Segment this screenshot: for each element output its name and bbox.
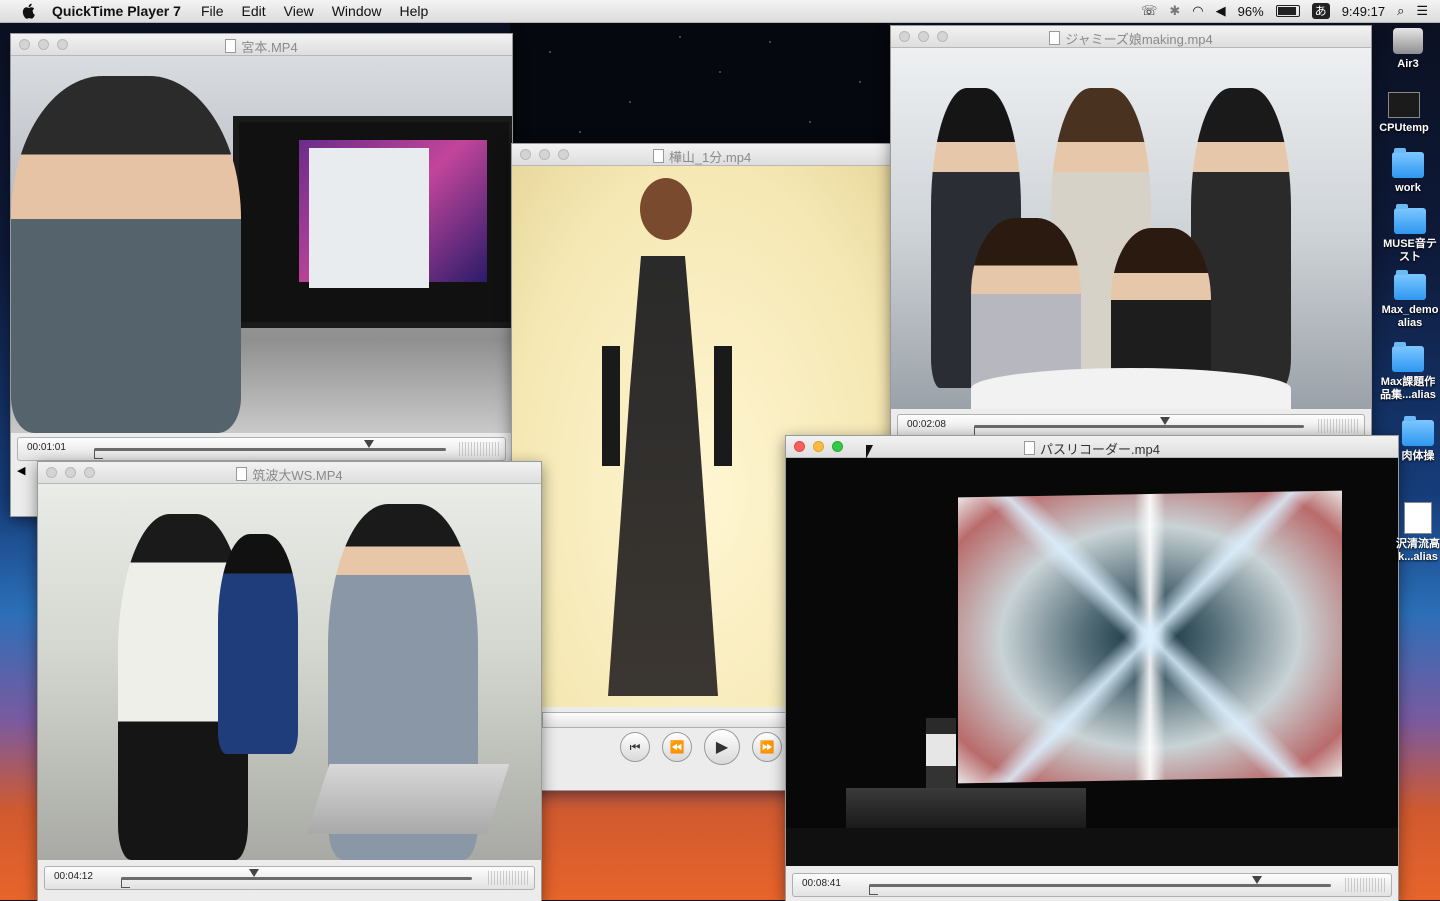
timeline-track[interactable] xyxy=(974,425,1304,428)
window-title: ジャミーズ娘making.mp4 xyxy=(1065,32,1213,47)
title-bar[interactable]: パスリコーダー.mp4 xyxy=(786,436,1398,458)
timeline-track[interactable] xyxy=(94,448,446,451)
menu-view[interactable]: View xyxy=(284,3,314,19)
spotlight-icon[interactable]: ⌕ xyxy=(1397,3,1404,19)
video-frame[interactable] xyxy=(11,56,512,433)
hard-drive-icon xyxy=(1393,28,1423,54)
document-alias-icon xyxy=(1404,502,1432,534)
resize-grip[interactable] xyxy=(1345,878,1385,892)
menu-bar: QuickTime Player 7 File Edit View Window… xyxy=(0,0,1440,23)
desktop-icon-alias-doc[interactable]: 沢清流高k...alias xyxy=(1386,502,1440,564)
mouse-pointer-icon xyxy=(866,445,873,459)
notification-center-icon[interactable]: ☰ xyxy=(1416,3,1428,19)
playback-controller[interactable]: 00:08:41 xyxy=(792,873,1392,897)
terminal-icon xyxy=(1388,92,1420,118)
projection-screen xyxy=(958,490,1342,784)
timeline-track[interactable] xyxy=(869,884,1331,887)
in-point-marker[interactable] xyxy=(121,879,130,888)
play-button[interactable]: ▶ xyxy=(704,729,740,765)
title-bar[interactable]: 筑波大WS.MP4 xyxy=(38,462,541,484)
playhead[interactable] xyxy=(1160,417,1171,425)
video-frame[interactable] xyxy=(786,458,1398,866)
folder-icon xyxy=(1392,342,1424,372)
playhead[interactable] xyxy=(249,869,260,877)
resize-grip[interactable] xyxy=(488,871,528,885)
in-point-marker[interactable] xyxy=(869,886,878,895)
menu-window[interactable]: Window xyxy=(332,3,382,19)
menu-edit[interactable]: Edit xyxy=(242,3,266,19)
desktop-icon-nikutaisou[interactable]: 肉体操 xyxy=(1386,416,1440,463)
skip-to-start-button[interactable]: ⏮ xyxy=(620,732,650,762)
battery-icon[interactable] xyxy=(1275,5,1300,17)
desktop-wallpaper xyxy=(510,22,890,152)
window-title: 宮本.MP4 xyxy=(241,40,298,55)
app-menu[interactable]: QuickTime Player 7 xyxy=(52,3,181,19)
video-frame[interactable] xyxy=(891,48,1371,409)
menu-file[interactable]: File xyxy=(201,3,224,19)
volume-icon[interactable]: ◀ xyxy=(1216,3,1226,19)
desktop-icon-work[interactable]: work xyxy=(1376,148,1440,195)
timecode: 00:08:41 xyxy=(802,878,841,889)
title-bar[interactable]: ジャミーズ娘making.mp4 xyxy=(891,26,1371,48)
desktop-icon-max-kadai[interactable]: Max課題作品集...alias xyxy=(1376,342,1440,402)
window-title: パスリコーダー.mp4 xyxy=(1040,442,1160,457)
desktop-icon-air3[interactable]: Air3 xyxy=(1376,28,1440,71)
playback-controller[interactable]: 00:01:01 xyxy=(17,437,506,461)
window-miyamoto[interactable]: 宮本.MP4 00:01:01 ◀ xyxy=(10,33,513,517)
battery-percent[interactable]: 96% xyxy=(1238,4,1264,19)
title-bar[interactable]: 宮本.MP4 xyxy=(11,34,512,56)
document-icon xyxy=(225,39,237,53)
wifi-icon[interactable]: ◠ xyxy=(1192,3,1203,19)
apple-menu-icon[interactable] xyxy=(20,2,38,20)
window-title: 樺山_1分.mp4 xyxy=(668,150,752,165)
rewind-button[interactable]: ⏪ xyxy=(662,732,692,762)
timecode: 00:01:01 xyxy=(27,442,66,453)
window-pasu-recorder[interactable]: パスリコーダー.mp4 00:08:41 xyxy=(785,435,1399,901)
phone-icon[interactable]: ☏ xyxy=(1141,3,1157,19)
folder-icon xyxy=(1392,148,1424,178)
desktop-icon-muse[interactable]: MUSE音テスト xyxy=(1378,204,1440,264)
status-area: ☏ ✱ ◠ ◀ 96% あ 9:49:17 ⌕ ☰ xyxy=(1141,0,1428,22)
playback-controller[interactable]: 00:04:12 xyxy=(44,866,535,890)
folder-icon xyxy=(1394,270,1426,300)
document-icon xyxy=(1024,441,1036,455)
window-jammies-making[interactable]: ジャミーズ娘making.mp4 00:02:08 xyxy=(890,25,1372,439)
volume-icon[interactable]: ◀ xyxy=(17,464,25,477)
window-title: 筑波大WS.MP4 xyxy=(252,468,343,483)
playhead[interactable] xyxy=(363,440,374,448)
window-tsukuba-ws[interactable]: 筑波大WS.MP4 00:04:12 xyxy=(37,461,542,901)
resize-grip[interactable] xyxy=(459,442,499,456)
in-point-marker[interactable] xyxy=(94,450,103,459)
document-icon xyxy=(1049,31,1061,45)
timeline-track[interactable] xyxy=(121,877,472,880)
document-icon xyxy=(236,467,248,481)
timecode: 00:02:08 xyxy=(907,419,946,430)
bluetooth-icon[interactable]: ✱ xyxy=(1169,3,1180,19)
folder-icon xyxy=(1394,204,1426,234)
menu-help[interactable]: Help xyxy=(400,3,429,19)
title-bar[interactable]: 樺山_1分.mp4 xyxy=(512,144,892,166)
clock[interactable]: 9:49:17 xyxy=(1342,4,1385,19)
input-method-icon[interactable]: あ xyxy=(1311,3,1330,19)
timecode: 00:04:12 xyxy=(54,871,93,882)
playhead[interactable] xyxy=(1252,876,1263,884)
resize-grip[interactable] xyxy=(1318,419,1358,433)
desktop-icon-cputemp[interactable]: CPUtemp xyxy=(1372,92,1436,135)
video-frame[interactable] xyxy=(38,484,541,860)
document-icon xyxy=(652,149,664,163)
fast-forward-button[interactable]: ⏩ xyxy=(752,732,782,762)
desktop-icon-max-demo[interactable]: Max_demo alias xyxy=(1378,270,1440,330)
folder-icon xyxy=(1402,416,1434,446)
